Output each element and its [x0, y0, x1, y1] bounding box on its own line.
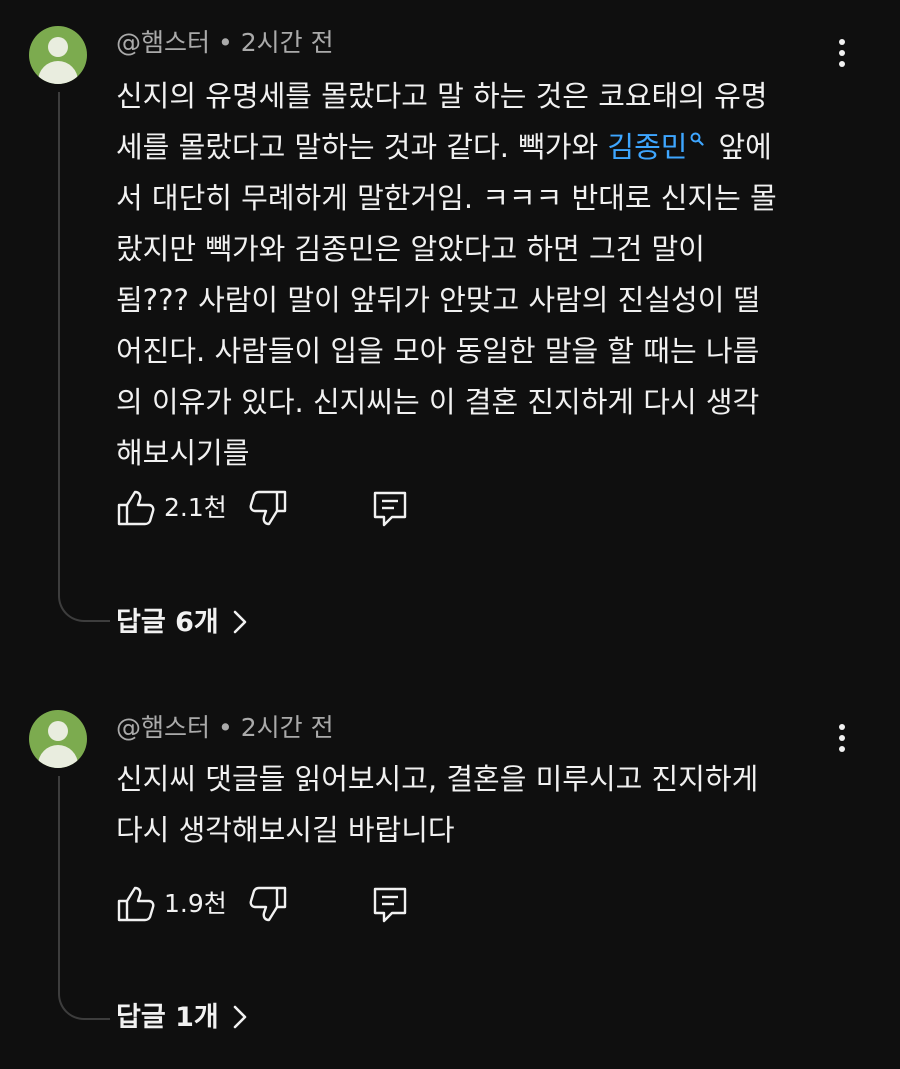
mention-link[interactable]: 김종민 — [607, 130, 687, 164]
comment-meta: @햄스터 • 2시간 전 — [116, 27, 334, 59]
reply-icon[interactable] — [370, 884, 410, 924]
more-vert-icon — [839, 724, 845, 730]
thread-line — [58, 776, 110, 1020]
comment-time: 2시간 전 — [240, 713, 334, 742]
search-icon — [690, 132, 705, 146]
more-vert-icon-dot — [839, 735, 845, 741]
chevron-right-icon — [233, 1005, 247, 1028]
avatar-head — [48, 37, 68, 57]
comment-text-after-mention: 앞에 — [718, 130, 772, 164]
avatar[interactable] — [29, 710, 87, 768]
more-options-button[interactable] — [830, 721, 854, 755]
meta-separator: • — [218, 28, 233, 57]
comment-line: 어진다. 사람들이 입을 모아 동일한 말을 할 때는 나름 — [116, 334, 760, 368]
thumb-up-icon[interactable] — [116, 884, 156, 924]
more-vert-icon-dot — [839, 61, 845, 67]
avatar-body — [38, 61, 78, 84]
comment-text: 신지의 유명세를 몰랐다고 말 하는 것은 코요태의 유명 세를 몰랐다고 말하… — [116, 71, 836, 479]
comment-text: 신지씨 댓글들 읽어보시고, 결혼을 미루시고 진지하게 다시 생각해보시길 바… — [116, 754, 836, 856]
avatar[interactable] — [29, 26, 87, 84]
replies-label: 답글 1개 — [116, 1002, 219, 1033]
thumb-down-icon[interactable] — [248, 884, 288, 924]
comment-line: 해보시기를 — [116, 436, 250, 470]
reply-icon[interactable] — [370, 488, 410, 528]
avatar-head — [48, 721, 68, 741]
like-count: 1.9천 — [164, 889, 227, 918]
comment-line: 랐지만 빽가와 김종민은 알았다고 하면 그건 말이 — [116, 232, 705, 266]
replies-label: 답글 6개 — [116, 607, 219, 638]
author-name[interactable]: @햄스터 — [116, 713, 210, 742]
view-replies-button[interactable]: 답글 6개 — [116, 603, 247, 643]
comment-line-with-mention: 세를 몰랐다고 말하는 것과 같다. 빽가와 김종민 앞에 — [116, 122, 836, 173]
like-count: 2.1천 — [164, 493, 227, 522]
comment-line: 세를 몰랐다고 말하는 것과 같다. 빽가와 — [116, 130, 599, 164]
comment-actions: 2.1천 — [116, 488, 416, 528]
comment-line: 신지씨 댓글들 읽어보시고, 결혼을 미루시고 진지하게 — [116, 762, 759, 796]
meta-separator: • — [218, 713, 233, 742]
more-vert-icon-dot — [839, 50, 845, 56]
view-replies-button[interactable]: 답글 1개 — [116, 998, 247, 1038]
thumb-up-icon[interactable] — [116, 488, 156, 528]
comment-actions: 1.9천 — [116, 884, 416, 924]
more-options-button[interactable] — [830, 36, 854, 70]
avatar-body — [38, 745, 78, 768]
comment-line: 신지의 유명세를 몰랐다고 말 하는 것은 코요태의 유명 — [116, 79, 768, 113]
chevron-right-icon — [233, 610, 247, 633]
thread-line — [58, 92, 110, 622]
comment-line: 다시 생각해보시길 바랍니다 — [116, 813, 455, 847]
comment-time: 2시간 전 — [240, 28, 334, 57]
more-vert-icon-dot — [839, 746, 845, 752]
comment-line: 서 대단히 무례하게 말한거임. ㅋㅋㅋ 반대로 신지는 몰 — [116, 181, 777, 215]
author-name[interactable]: @햄스터 — [116, 28, 210, 57]
thumb-down-icon[interactable] — [248, 488, 288, 528]
comment-line: 의 이유가 있다. 신지씨는 이 결혼 진지하게 다시 생각 — [116, 385, 760, 419]
more-vert-icon — [839, 39, 845, 45]
comment-line: 됨??? 사람이 말이 앞뒤가 안맞고 사람의 진실성이 떨 — [116, 283, 761, 317]
comment-meta: @햄스터 • 2시간 전 — [116, 712, 334, 744]
